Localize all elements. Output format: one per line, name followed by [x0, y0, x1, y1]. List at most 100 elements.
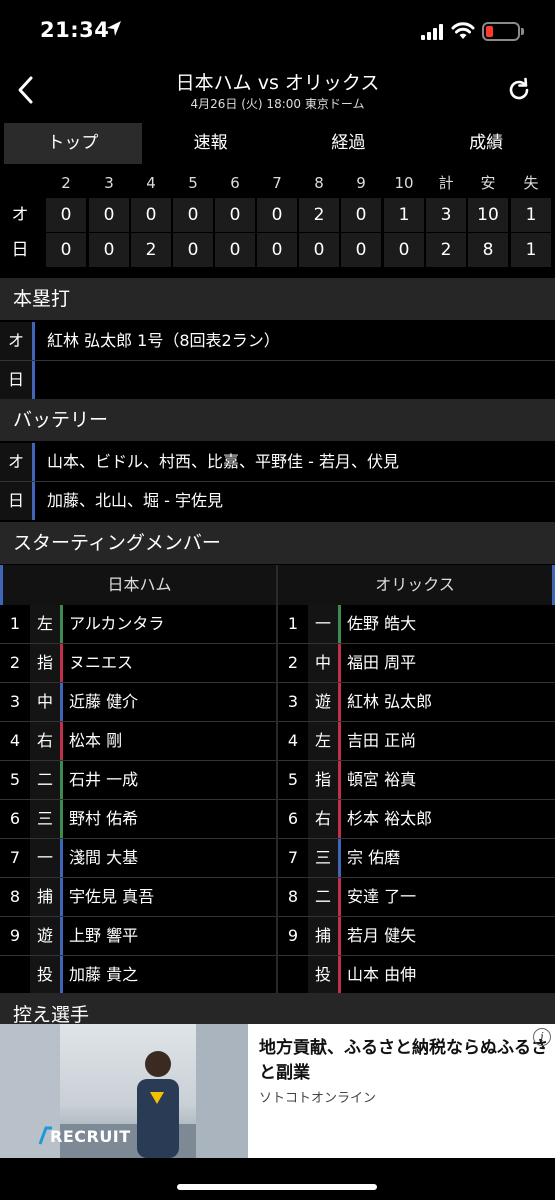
batting-order: 4: [9, 731, 21, 750]
position: 一: [30, 839, 60, 877]
player-name[interactable]: 宇佐見 真吾: [63, 878, 276, 916]
lineup-row-away[interactable]: 4 左吉田 正尚: [278, 722, 555, 760]
batting-order: 7: [9, 848, 21, 867]
location-arrow-icon: [107, 21, 121, 36]
position: 指: [308, 761, 338, 799]
lineup-row-home[interactable]: 4 右松本 剛: [0, 722, 276, 760]
ad-image[interactable]: RECRUIT: [0, 1024, 248, 1158]
lineup-row-away[interactable]: 9 捕若月 健矢: [278, 917, 555, 955]
cellular-signal-icon: [421, 24, 443, 40]
lineup-row-home[interactable]: 8 捕宇佐見 真吾: [0, 878, 276, 916]
score-cell: 0: [341, 198, 381, 232]
lineup-row-away[interactable]: 3 遊紅林 弘太郎: [278, 683, 555, 721]
player-name[interactable]: 宗 佑磨: [341, 839, 555, 877]
position: 捕: [308, 917, 338, 955]
battery-tip: [521, 28, 524, 35]
homerun-text: [35, 361, 555, 399]
lineup-row-away[interactable]: 7三宗 佑磨: [278, 839, 555, 877]
lineup-row-away[interactable]: 8 二安達 了一: [278, 878, 555, 916]
team-label: オ: [0, 443, 32, 481]
section-battery: バッテリー: [0, 399, 555, 441]
score-team-label: 日: [11, 240, 29, 260]
ad-headline[interactable]: 地方貢献、ふるさと納税ならぬふるさと副業: [259, 1036, 549, 1086]
lineup-row-home[interactable]: 投加藤 貴之: [0, 956, 276, 994]
player-name[interactable]: 安達 了一: [341, 878, 555, 916]
position: 二: [30, 761, 60, 799]
score-cell: 0: [173, 233, 213, 267]
player-name[interactable]: 頓宮 裕真: [341, 761, 555, 799]
player-name[interactable]: 山本 由伸: [341, 956, 555, 994]
score-column-header: 9: [356, 174, 366, 192]
tab-live[interactable]: 速報: [142, 123, 280, 164]
position: 遊: [30, 917, 60, 955]
score-cell: 1: [511, 198, 551, 232]
lineup-row-home[interactable]: 1 左アルカンタラ: [0, 605, 276, 643]
section-bench: 控え選手: [0, 993, 555, 1024]
player-name[interactable]: アルカンタラ: [63, 605, 276, 643]
lineup-row-home[interactable]: 9 遊上野 響平: [0, 917, 276, 955]
position: 三: [30, 800, 60, 838]
lineup-row-away[interactable]: 1 一佐野 皓大: [278, 605, 555, 643]
column-divider: [276, 565, 278, 993]
lineup-row-away[interactable]: 5 指頓宮 裕真: [278, 761, 555, 799]
player-name[interactable]: 上野 響平: [63, 917, 276, 955]
lineup-row-away[interactable]: 6 右杉本 裕太郎: [278, 800, 555, 838]
tab-progress[interactable]: 経過: [280, 123, 418, 164]
lineup-row-home[interactable]: 3 中近藤 健介: [0, 683, 276, 721]
score-column-header: 10: [394, 174, 414, 192]
score-column-header: 6: [230, 174, 240, 192]
tab-top[interactable]: トップ: [4, 123, 142, 164]
score-cell: 0: [46, 233, 86, 267]
recruit-logo-text: RECRUIT: [50, 1127, 131, 1146]
player-name[interactable]: 吉田 正尚: [341, 722, 555, 760]
battery-text: 山本、ビドル、村西、比嘉、平野佳 - 若月、伏見: [35, 443, 555, 481]
player-name[interactable]: ヌニエス: [63, 644, 276, 682]
lineup-row-home[interactable]: 5 二石井 一成: [0, 761, 276, 799]
player-name[interactable]: 佐野 皓大: [341, 605, 555, 643]
section-starting: スターティングメンバー: [0, 522, 555, 564]
lineup-row-away[interactable]: 2 中福田 周平: [278, 644, 555, 682]
batting-order: 5: [287, 770, 299, 789]
homerun-text: 紅林 弘太郎 1号（8回表2ラン）: [35, 322, 555, 360]
position: 左: [30, 605, 60, 643]
lineup-row-home[interactable]: 2 指ヌニエス: [0, 644, 276, 682]
player-name[interactable]: 近藤 健介: [63, 683, 276, 721]
reload-icon[interactable]: [505, 76, 533, 104]
batting-order: 5: [9, 770, 21, 789]
score-cell: 0: [89, 233, 129, 267]
lineup-row-home[interactable]: 7 一淺間 大基: [0, 839, 276, 877]
lineup-row-away[interactable]: 投山本 由伸: [278, 956, 555, 994]
player-name[interactable]: 淺間 大基: [63, 839, 276, 877]
score-column-header: 3: [104, 174, 114, 192]
status-time: 21:34: [40, 18, 110, 42]
ad-banner[interactable]: RECRUIT 地方貢献、ふるさと納税ならぬふるさと副業 ソトコトオンライン i: [0, 1024, 555, 1158]
player-name[interactable]: 加藤 貴之: [63, 956, 276, 994]
score-cell: 0: [131, 198, 171, 232]
ad-info-icon[interactable]: i: [533, 1028, 551, 1046]
player-name[interactable]: 紅林 弘太郎: [341, 683, 555, 721]
battery-row-away: オ 山本、ビドル、村西、比嘉、平野佳 - 若月、伏見: [0, 443, 555, 481]
score-column-header: 4: [146, 174, 156, 192]
ad-sponsor[interactable]: ソトコトオンライン: [259, 1087, 376, 1106]
position: 捕: [30, 878, 60, 916]
score-cell: 0: [89, 198, 129, 232]
battery-row-home: 日 加藤、北山、堀 - 宇佐見: [0, 482, 555, 520]
lineup-row-home[interactable]: 6 三野村 佑希: [0, 800, 276, 838]
player-name[interactable]: 石井 一成: [63, 761, 276, 799]
home-indicator[interactable]: [177, 1184, 377, 1190]
player-name[interactable]: 野村 佑希: [63, 800, 276, 838]
batting-order: 2: [9, 653, 21, 672]
page-title: 日本ハム vs オリックス: [175, 72, 380, 94]
tab-bar: トップ 速報 経過 成績: [4, 123, 555, 164]
score-cell: 1: [511, 233, 551, 267]
score-column-header: 8: [314, 174, 324, 192]
score-cell: 0: [384, 233, 424, 267]
player-name[interactable]: 若月 健矢: [341, 917, 555, 955]
player-name[interactable]: 福田 周平: [341, 644, 555, 682]
tab-stats[interactable]: 成績: [417, 123, 555, 164]
player-name[interactable]: 松本 剛: [63, 722, 276, 760]
player-name[interactable]: 杉本 裕太郎: [341, 800, 555, 838]
score-column-header: 失: [523, 174, 539, 192]
batting-order: 2: [287, 653, 299, 672]
position: 指: [30, 644, 60, 682]
